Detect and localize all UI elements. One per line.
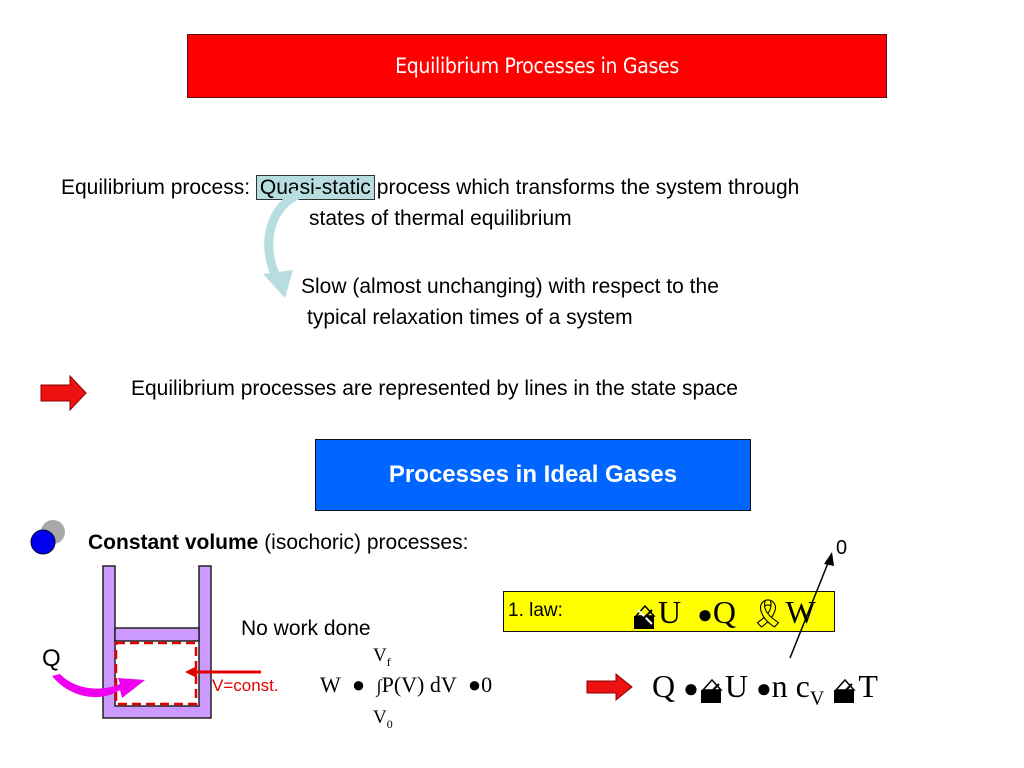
implies-arrow-icon — [586, 672, 633, 702]
annotation-arrow-icon — [789, 552, 834, 659]
equals-glyph-icon: ● — [683, 674, 699, 703]
work-result: 0 — [481, 672, 493, 697]
equals-glyph-icon: ● — [351, 672, 366, 697]
section-header: Processes in Ideal Gases — [388, 461, 678, 488]
work-symbol: W — [320, 672, 341, 697]
bullet-bold: Constant volume — [88, 531, 259, 554]
first-law-label: 1. law: — [508, 600, 563, 621]
bullet-icon — [30, 520, 65, 555]
integrand: P(V) dV — [381, 672, 457, 697]
definition-label: Equilibrium process: — [61, 176, 251, 199]
equals-glyph-icon: ● — [467, 672, 482, 697]
upper-limit: Vf — [373, 645, 391, 669]
title-banner: Equilibrium Processes in Gases — [187, 34, 887, 98]
definition-line2: states of thermal equilibrium — [309, 207, 572, 230]
explanation-line1: Slow (almost unchanging) with respect to… — [301, 275, 719, 298]
bullet-rest: (isochoric) processes: — [258, 531, 469, 554]
heat-symbol: Q — [652, 668, 676, 704]
volume-label: V=const. — [212, 676, 279, 695]
piston — [114, 627, 200, 642]
slide-title: Equilibrium Processes in Gases — [395, 54, 679, 78]
delta-glyph-icon — [834, 678, 856, 703]
work-equation: W ● ∫P(V) dV ●0 — [320, 672, 492, 698]
statement-text: Equilibrium processes are represented by… — [131, 377, 738, 400]
delta-glyph-icon — [634, 604, 656, 629]
equals-glyph-icon: ● — [755, 674, 772, 703]
definition-line1: Equilibrium process: Quasi-static process… — [61, 173, 799, 203]
no-work-label: No work done — [241, 617, 371, 640]
delta-glyph-icon — [700, 678, 723, 703]
section-header-box: Processes in Ideal Gases — [315, 439, 751, 511]
definition-rest: process which transforms the system thro… — [376, 176, 800, 199]
bullet-text: Constant volume (isochoric) processes: — [88, 528, 468, 558]
heat-arrow-icon — [52, 674, 145, 698]
right-arrow-icon — [40, 375, 87, 411]
result-equation: Q ● U ●n cV T — [652, 668, 878, 710]
equals-glyph-icon: ● — [697, 600, 713, 629]
lower-limit: V0 — [373, 707, 393, 731]
explanation-line2: typical relaxation times of a system — [307, 306, 633, 329]
